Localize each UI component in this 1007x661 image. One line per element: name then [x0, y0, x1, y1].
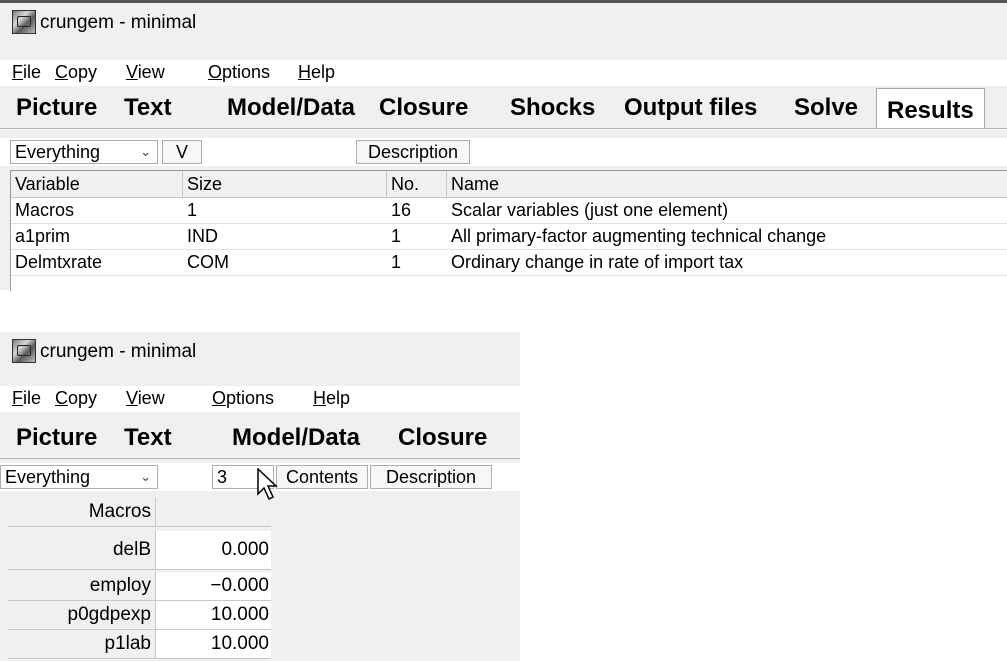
grid-row-label: employ: [8, 572, 156, 600]
menu-copy[interactable]: Copy: [55, 62, 97, 83]
column-header-size[interactable]: Size: [183, 171, 387, 197]
chevron-down-icon: ⌄: [140, 469, 151, 484]
grid-header-value: [156, 498, 271, 526]
grid-row[interactable]: employ −0.000: [8, 572, 271, 601]
filter-select[interactable]: Everything ⌄: [0, 465, 158, 489]
tab-bar: Picture Text Model/Data Closure Shocks O…: [0, 88, 1007, 129]
grid-row-label: delB: [8, 531, 156, 569]
column-header-variable[interactable]: Variable: [11, 171, 183, 197]
grid-row[interactable]: p1lab 10.000: [8, 630, 271, 659]
menu-options[interactable]: Options: [212, 388, 274, 409]
grid-row[interactable]: p0gdpexp 10.000: [8, 601, 271, 630]
grid-header-row: Macros: [8, 498, 271, 527]
tab-text[interactable]: Text: [124, 424, 172, 452]
menu-options[interactable]: Options: [208, 62, 270, 83]
tab-picture[interactable]: Picture: [16, 94, 97, 122]
menu-file[interactable]: File: [12, 62, 41, 83]
menu-bar: File Copy View Options Help: [0, 386, 520, 412]
filter-select-value: Everything: [15, 142, 101, 162]
table-header: Variable Size No. Name: [11, 171, 1007, 198]
menu-view[interactable]: View: [126, 388, 165, 409]
description-button[interactable]: Description: [370, 465, 492, 489]
contents-button[interactable]: Contents: [276, 465, 368, 489]
grid-header-label: Macros: [8, 498, 156, 526]
chevron-down-icon: ⌄: [140, 144, 151, 159]
cell-name: Scalar variables (just one element): [451, 200, 729, 220]
tab-output-files[interactable]: Output files: [624, 94, 757, 122]
cell-name: All primary-factor augmenting technical …: [451, 226, 827, 246]
results-toolbar: Everything ⌄ V Description: [0, 138, 1007, 166]
cell-no: 1: [391, 226, 402, 246]
tab-closure[interactable]: Closure: [379, 94, 468, 122]
cell-variable: a1prim: [15, 226, 71, 246]
grid-row-value[interactable]: 10.000: [156, 601, 271, 629]
mouse-pointer-icon: [257, 468, 278, 501]
variables-table: Variable Size No. Name Macros 1 16 Scala…: [10, 170, 1007, 291]
grid-row-label: p1lab: [8, 630, 156, 658]
cell-variable: Macros: [15, 200, 75, 220]
app-icon: [12, 10, 36, 34]
menu-help[interactable]: Help: [298, 62, 335, 83]
grid-row-value[interactable]: 0.000: [156, 531, 271, 569]
window-title: crungem - minimal: [40, 12, 197, 33]
column-header-name[interactable]: Name: [447, 171, 1007, 197]
cell-size: 1: [187, 200, 198, 220]
app-icon: [12, 339, 36, 363]
tab-model-data[interactable]: Model/Data: [232, 424, 360, 452]
description-button[interactable]: Description: [356, 140, 470, 164]
menu-file[interactable]: File: [12, 388, 41, 409]
cell-no: 1: [391, 252, 402, 272]
tab-model-data[interactable]: Model/Data: [227, 94, 355, 122]
tab-shocks[interactable]: Shocks: [510, 94, 595, 122]
tab-closure[interactable]: Closure: [398, 424, 487, 452]
title-bar: crungem - minimal: [0, 0, 1007, 41]
tab-solve[interactable]: Solve: [794, 94, 858, 122]
table-row[interactable]: Macros 1 16 Scalar variables (just one e…: [11, 198, 1007, 224]
decimals-select-value: 3: [217, 467, 228, 487]
menu-bar: File Copy View Options Help: [0, 60, 1007, 86]
cell-size: IND: [187, 226, 218, 246]
grid-row[interactable]: delB 0.000: [8, 531, 271, 570]
cell-variable: Delmtxrate: [15, 252, 103, 272]
tab-picture[interactable]: Picture: [16, 424, 97, 452]
cell-size: COM: [187, 252, 229, 272]
cell-no: 16: [391, 200, 412, 220]
grid-row-label: p0gdpexp: [8, 601, 156, 629]
menu-help[interactable]: Help: [313, 388, 350, 409]
tab-results[interactable]: Results: [876, 88, 985, 128]
table-row[interactable]: a1prim IND 1 All primary-factor augmenti…: [11, 224, 1007, 250]
contents-grid: Macros delB 0.000 employ −0.000 p0gdpexp…: [0, 498, 520, 661]
menu-copy[interactable]: Copy: [55, 388, 97, 409]
main-window-results: crungem - minimal File Copy View Options…: [0, 0, 1007, 291]
v-button[interactable]: V: [162, 140, 202, 164]
grid-row-value[interactable]: −0.000: [156, 572, 271, 600]
filter-select-value: Everything: [5, 467, 91, 487]
column-header-no[interactable]: No.: [387, 171, 447, 197]
grid-row-value[interactable]: 10.000: [156, 630, 271, 658]
title-bar: crungem - minimal: [0, 332, 520, 370]
tab-bar: Picture Text Model/Data Closure: [0, 418, 520, 459]
menu-view[interactable]: View: [126, 62, 165, 83]
cell-name: Ordinary change in rate of import tax: [451, 252, 744, 272]
window-title: crungem - minimal: [40, 341, 197, 362]
table-row[interactable]: Delmtxrate COM 1 Ordinary change in rate…: [11, 250, 1007, 276]
filter-select[interactable]: Everything ⌄: [10, 140, 158, 164]
tab-text[interactable]: Text: [124, 94, 172, 122]
